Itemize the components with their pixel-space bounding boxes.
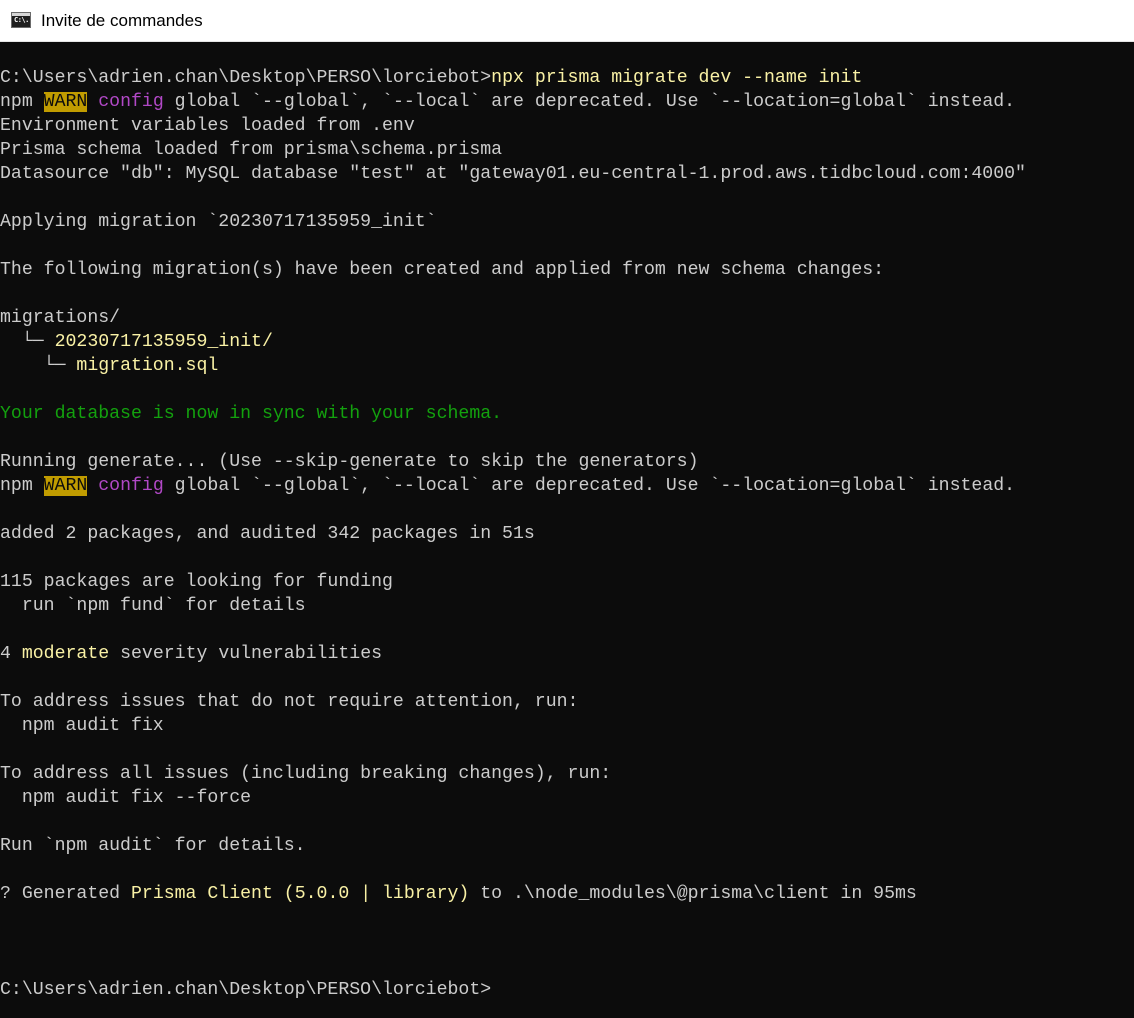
audit-fix-force-line: npm audit fix --force — [0, 788, 252, 808]
command-prompt-window: C:\. Invite de commandes C:\Users\adrien… — [0, 0, 1134, 1018]
vuln-rest: severity vulnerabilities — [109, 644, 383, 664]
prompt: C:\Users\adrien.chan\Desktop\PERSO\lorci… — [0, 68, 492, 88]
vuln-level: moderate — [21, 644, 110, 664]
in-sync-line: Your database is now in sync with your s… — [0, 404, 503, 424]
migration-folder: 20230717135959_init/ — [54, 332, 273, 352]
generated-client-line: ? Generated Prisma Client (5.0.0 | libra… — [0, 882, 1134, 906]
vuln-count: 4 — [0, 644, 22, 664]
npm-prefix: npm — [0, 476, 44, 496]
migrations-dir-line: migrations/ — [0, 308, 121, 328]
generated-prefix: ? Generated — [0, 884, 131, 904]
address-all-line: To address all issues (including breakin… — [0, 764, 612, 784]
config-label: config — [98, 92, 164, 112]
cmd-icon: C:\. — [11, 12, 31, 28]
prisma-version: (5.0.0 | library) — [272, 884, 470, 904]
prisma-client-label: Prisma Client — [130, 884, 273, 904]
datasource-line: Datasource "db": MySQL database "test" a… — [0, 164, 1026, 184]
window-title: Invite de commandes — [41, 11, 203, 30]
tree-branch: └─ — [0, 356, 77, 376]
generated-rest: to .\node_modules\@prisma\client in 95ms — [469, 884, 917, 904]
address-no-attention-line: To address issues that do not require at… — [0, 692, 579, 712]
vulnerabilities-line: 4 moderate severity vulnerabilities — [0, 642, 1134, 666]
applying-migration-line: Applying migration `20230717135959_init` — [0, 212, 437, 232]
added-packages-line: added 2 packages, and audited 342 packag… — [0, 524, 535, 544]
warn-message: global `--global`, `--local` are depreca… — [163, 92, 1016, 112]
config-label: config — [98, 476, 164, 496]
following-migrations-line: The following migration(s) have been cre… — [0, 260, 885, 280]
audit-fix-line: npm audit fix — [0, 716, 164, 736]
warn-badge: WARN — [43, 476, 88, 496]
fund-details-line: run `npm fund` for details — [0, 596, 306, 616]
prompt-command-line: C:\Users\adrien.chan\Desktop\PERSO\lorci… — [0, 66, 1134, 90]
warn-message: global `--global`, `--local` are depreca… — [163, 476, 1016, 496]
env-loaded-line: Environment variables loaded from .env — [0, 116, 415, 136]
npm-warn-line: npm WARN config global `--global`, `--lo… — [0, 90, 1134, 114]
npm-warn-line: npm WARN config global `--global`, `--lo… — [0, 474, 1134, 498]
command-text: npx prisma migrate dev --name init — [491, 68, 863, 88]
warn-badge: WARN — [43, 92, 88, 112]
final-prompt-line[interactable]: C:\Users\adrien.chan\Desktop\PERSO\lorci… — [0, 978, 1134, 1002]
schema-loaded-line: Prisma schema loaded from prisma\schema.… — [0, 140, 503, 160]
run-audit-line: Run `npm audit` for details. — [0, 836, 306, 856]
npm-prefix: npm — [0, 92, 44, 112]
prompt: C:\Users\adrien.chan\Desktop\PERSO\lorci… — [0, 980, 492, 1000]
migration-file-line: └─ migration.sql — [0, 354, 1134, 378]
tree-branch: └─ — [0, 332, 55, 352]
migration-file: migration.sql — [76, 356, 219, 376]
funding-line: 115 packages are looking for funding — [0, 572, 393, 592]
migration-folder-line: └─ 20230717135959_init/ — [0, 330, 1134, 354]
cmd-icon-glyph: C:\. — [14, 16, 29, 24]
running-generate-line: Running generate... (Use --skip-generate… — [0, 452, 699, 472]
title-bar[interactable]: C:\. Invite de commandes — [0, 0, 1134, 42]
console-output[interactable]: C:\Users\adrien.chan\Desktop\PERSO\lorci… — [0, 66, 1134, 1002]
